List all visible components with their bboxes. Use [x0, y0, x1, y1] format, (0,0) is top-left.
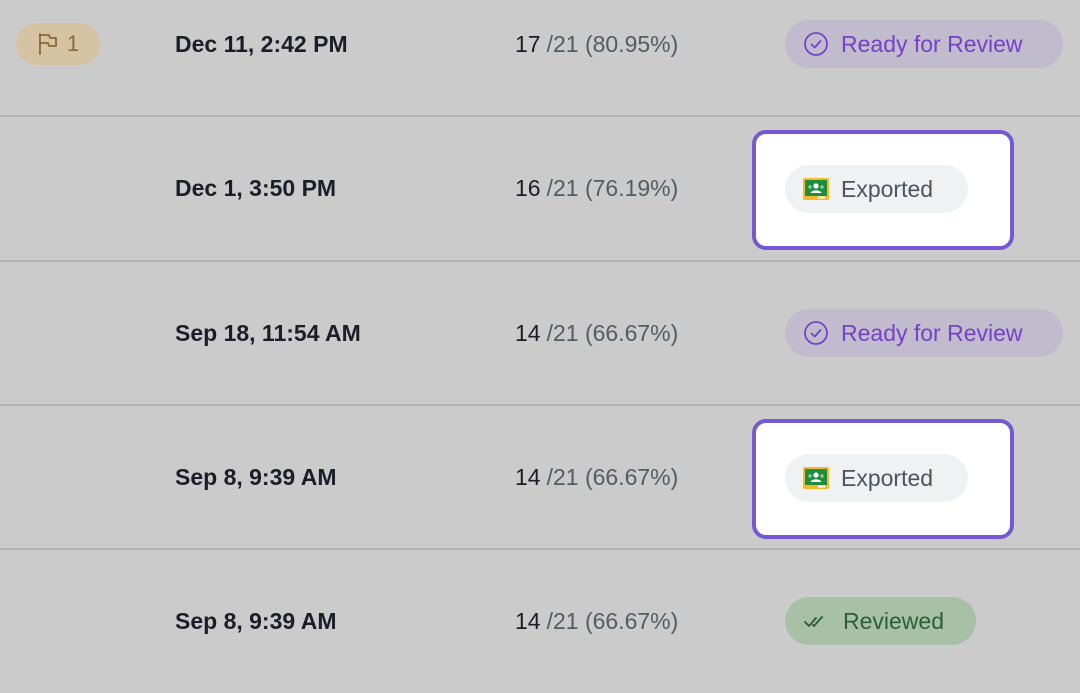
submission-date: Sep 18, 11:54 AM	[175, 319, 361, 346]
score-detail: /21 (80.95%)	[546, 30, 679, 57]
status-label: Reviewed	[843, 607, 944, 634]
status-badge[interactable]: Ready for Review	[785, 20, 1063, 68]
score-correct: 14	[515, 607, 541, 634]
submission-date: Sep 8, 9:39 AM	[175, 463, 337, 490]
status-badge[interactable]: Reviewed	[785, 597, 976, 645]
google-classroom-icon	[803, 178, 829, 200]
status-badge[interactable]: Exported	[785, 454, 968, 502]
score-detail: /21 (66.67%)	[546, 607, 679, 634]
submission-score: 14 /21 (66.67%)	[515, 549, 678, 693]
status-label: Ready for Review	[841, 319, 1023, 346]
google-classroom-icon	[803, 467, 829, 489]
score-correct: 16	[515, 174, 541, 201]
submissions-list: 1 Dec 11, 2:42 PM 17 /21 (80.95%) Ready …	[0, 0, 1080, 664]
flag-count: 1	[66, 31, 80, 56]
score-correct: 14	[515, 319, 541, 346]
status-badge[interactable]: Exported	[785, 165, 968, 213]
submission-date: Sep 8, 9:39 AM	[175, 607, 337, 634]
table-row[interactable]: Sep 8, 9:39 AM 14 /21 (66.67%) Reviewed	[0, 549, 1080, 693]
submission-date: Dec 1, 3:50 PM	[175, 174, 337, 201]
submission-score: 16 /21 (76.19%)	[515, 116, 678, 260]
check-circle-icon	[803, 31, 829, 57]
status-badge[interactable]: Ready for Review	[785, 309, 1063, 357]
status-label: Exported	[841, 464, 934, 491]
flag-badge[interactable]: 1	[16, 23, 100, 65]
score-detail: /21 (76.19%)	[546, 174, 679, 201]
submission-score: 17 /21 (80.95%)	[515, 0, 678, 116]
flag-icon	[37, 32, 59, 56]
submission-score: 14 /21 (66.67%)	[515, 405, 678, 549]
submission-date: Dec 11, 2:42 PM	[175, 30, 348, 57]
score-detail: /21 (66.67%)	[546, 463, 679, 490]
status-label: Exported	[841, 175, 934, 202]
table-row[interactable]: Dec 1, 3:50 PM 16 /21 (76.19%) Exported	[0, 116, 1080, 260]
table-row[interactable]: 1 Dec 11, 2:42 PM 17 /21 (80.95%) Ready …	[0, 0, 1080, 116]
score-detail: /21 (66.67%)	[546, 319, 679, 346]
submission-score: 14 /21 (66.67%)	[515, 261, 678, 405]
table-row[interactable]: Sep 8, 9:39 AM 14 /21 (66.67%) Exported	[0, 405, 1080, 549]
score-correct: 14	[515, 463, 541, 490]
check-circle-icon	[803, 320, 829, 346]
table-row[interactable]: Sep 18, 11:54 AM 14 /21 (66.67%) Ready f…	[0, 261, 1080, 405]
double-check-icon	[803, 612, 831, 630]
status-label: Ready for Review	[841, 30, 1023, 57]
score-correct: 17	[515, 30, 541, 57]
